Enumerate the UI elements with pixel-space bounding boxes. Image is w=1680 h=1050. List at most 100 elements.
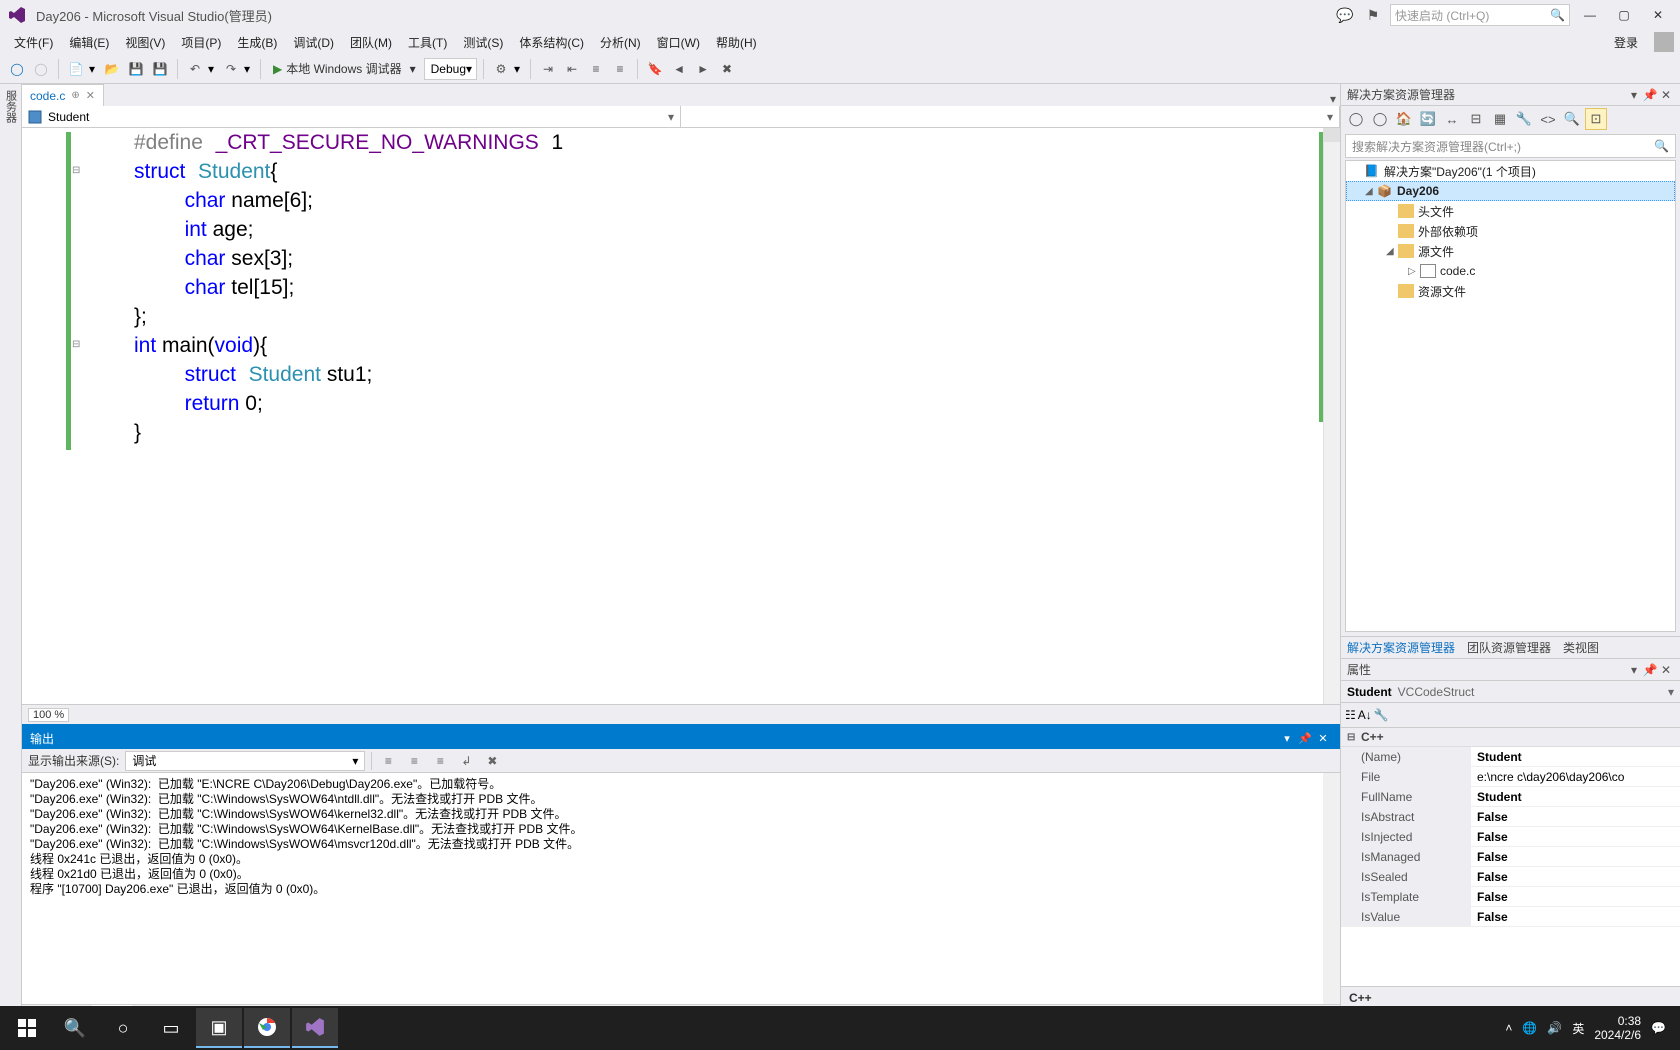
config-select[interactable]: Debug▾ <box>424 58 477 80</box>
comment-icon[interactable]: ≡ <box>585 58 607 80</box>
menu-team[interactable]: 团队(M) <box>342 31 400 54</box>
property-row[interactable]: Filee:\ncre c\day206\day206\co <box>1341 767 1680 787</box>
close-icon[interactable]: ✕ <box>1658 88 1674 102</box>
property-row[interactable]: IsValueFalse <box>1341 907 1680 927</box>
scope-select[interactable]: Student ▾ <box>22 106 681 127</box>
tab-class-view[interactable]: 类视图 <box>1557 636 1605 659</box>
menu-build[interactable]: 生成(B) <box>229 31 285 54</box>
close-icon[interactable]: ✕ <box>1658 663 1674 677</box>
fold-icon[interactable]: ⊟ <box>72 339 80 350</box>
output-scrollbar[interactable] <box>1323 773 1340 1004</box>
sync-icon[interactable]: ↔ <box>1441 108 1463 130</box>
tree-project[interactable]: ◢📦Day206 <box>1346 181 1675 201</box>
ime-indicator[interactable]: 英 <box>1572 1020 1584 1037</box>
quick-launch-input[interactable]: 快速启动 (Ctrl+Q) 🔍 <box>1390 4 1570 26</box>
code-editor[interactable]: ⊟ ⊟ #define _CRT_SECURE_NO_WARNINGS 1 st… <box>22 128 1340 704</box>
close-tab-icon[interactable]: ✕ <box>86 89 95 102</box>
login-link[interactable]: 登录 <box>1604 31 1648 54</box>
tree-headers[interactable]: 头文件 <box>1346 201 1675 221</box>
volume-icon[interactable]: 🔊 <box>1547 1021 1562 1035</box>
back-icon[interactable]: ◯ <box>1345 108 1367 130</box>
property-row[interactable]: IsTemplateFalse <box>1341 887 1680 907</box>
fold-icon[interactable]: ⊟ <box>72 165 80 176</box>
start-button[interactable] <box>4 1008 50 1048</box>
save-all-button[interactable]: 💾 <box>149 58 171 80</box>
properties-object[interactable]: Student VCCodeStruct ▾ <box>1341 681 1680 703</box>
clear-icon[interactable]: ✖ <box>482 751 502 771</box>
tab-code-c[interactable]: code.c ⊕ ✕ <box>22 84 104 106</box>
save-button[interactable]: 💾 <box>125 58 147 80</box>
output-btn-3[interactable]: ≡ <box>430 751 450 771</box>
property-row[interactable]: (Name)Student <box>1341 747 1680 767</box>
output-dropdown-icon[interactable]: ▾ <box>1278 732 1296 745</box>
solution-search-input[interactable]: 搜索解决方案资源管理器(Ctrl+;) 🔍 <box>1345 134 1676 158</box>
menu-test[interactable]: 测试(S) <box>455 31 511 54</box>
pin-icon[interactable]: ⊕ <box>71 90 79 101</box>
forward-icon[interactable]: ◯ <box>1369 108 1391 130</box>
task-view-button[interactable]: ▭ <box>148 1008 194 1048</box>
cortana-button[interactable]: ○ <box>100 1008 146 1048</box>
pin-icon[interactable]: 📌 <box>1642 663 1658 677</box>
tb-icon-1[interactable]: ⚙ <box>490 58 512 80</box>
new-project-button[interactable]: 📄 <box>65 58 87 80</box>
redo-dropdown[interactable]: ▾ <box>244 62 254 76</box>
code-icon[interactable]: <> <box>1537 108 1559 130</box>
property-row[interactable]: FullNameStudent <box>1341 787 1680 807</box>
menu-analyze[interactable]: 分析(N) <box>592 31 649 54</box>
output-source-select[interactable]: 调试▾ <box>125 751 365 771</box>
menu-architecture[interactable]: 体系结构(C) <box>511 31 592 54</box>
forward-button[interactable]: ◯ <box>30 58 52 80</box>
tree-solution-root[interactable]: 📘解决方案"Day206"(1 个项目) <box>1346 161 1675 181</box>
tree-source[interactable]: ◢源文件 <box>1346 241 1675 261</box>
server-explorer-tab[interactable]: 服务器 <box>3 90 19 123</box>
properties-grid[interactable]: ⊟C++ (Name)StudentFilee:\ncre c\day206\d… <box>1341 727 1680 986</box>
categorized-icon[interactable]: ☷ <box>1345 708 1356 722</box>
new-dropdown[interactable]: ▾ <box>89 62 99 76</box>
toggle-icon[interactable]: ⊡ <box>1585 108 1607 130</box>
category-cpp[interactable]: ⊟C++ <box>1341 728 1680 747</box>
menu-file[interactable]: 文件(F) <box>6 31 61 54</box>
tray-chevron-icon[interactable]: ˄ <box>1505 1021 1512 1035</box>
menu-help[interactable]: 帮助(H) <box>708 31 765 54</box>
flag-icon[interactable]: ⚑ <box>1362 4 1384 26</box>
member-select[interactable]: ▾ <box>681 106 1340 127</box>
tab-solution-explorer[interactable]: 解决方案资源管理器 <box>1341 636 1461 659</box>
refresh-icon[interactable]: 🔄 <box>1417 108 1439 130</box>
undo-dropdown[interactable]: ▾ <box>208 62 218 76</box>
properties-icon[interactable]: 🔧 <box>1513 108 1535 130</box>
uncomment-icon[interactable]: ≡ <box>609 58 631 80</box>
pin-icon[interactable]: 📌 <box>1296 732 1314 745</box>
menu-view[interactable]: 视图(V) <box>117 31 173 54</box>
notifications-icon[interactable]: 💬 <box>1651 1021 1666 1035</box>
open-button[interactable]: 📂 <box>101 58 123 80</box>
system-tray[interactable]: ˄ 🌐 🔊 英 0:38 2024/2/6 💬 <box>1505 1014 1676 1042</box>
home-icon[interactable]: 🏠 <box>1393 108 1415 130</box>
avatar-icon[interactable] <box>1654 32 1674 52</box>
show-all-icon[interactable]: ▦ <box>1489 108 1511 130</box>
solution-explorer-header[interactable]: 解决方案资源管理器 ▾ 📌 ✕ <box>1341 84 1680 106</box>
bookmark-prev-icon[interactable]: ◄ <box>668 58 690 80</box>
search-button[interactable]: 🔍 <box>52 1008 98 1048</box>
props-pages-icon[interactable]: 🔧 <box>1374 708 1389 722</box>
tree-file-code-c[interactable]: ▷code.c <box>1346 261 1675 281</box>
tree-resource[interactable]: 资源文件 <box>1346 281 1675 301</box>
zoom-select[interactable]: 100 % <box>28 708 69 722</box>
output-header[interactable]: 输出 ▾ 📌 ✕ <box>22 727 1340 749</box>
bookmark-clear-icon[interactable]: ✖ <box>716 58 738 80</box>
taskbar-terminal[interactable]: ▣ <box>196 1008 242 1048</box>
output-text[interactable]: "Day206.exe" (Win32): 已加载 "E:\NCRE C\Day… <box>22 773 1340 1004</box>
back-button[interactable]: ◯ <box>6 58 28 80</box>
property-row[interactable]: IsSealedFalse <box>1341 867 1680 887</box>
pin-icon[interactable]: 📌 <box>1642 88 1658 102</box>
feedback-icon[interactable]: 💬 <box>1334 4 1356 26</box>
property-row[interactable]: IsManagedFalse <box>1341 847 1680 867</box>
dropdown-icon[interactable]: ▾ <box>1626 88 1642 102</box>
property-row[interactable]: IsAbstractFalse <box>1341 807 1680 827</box>
output-btn-1[interactable]: ≡ <box>378 751 398 771</box>
start-debug-button[interactable]: ▶本地 Windows 调试器▾ <box>267 58 422 80</box>
menu-tools[interactable]: 工具(T) <box>400 31 455 54</box>
menu-project[interactable]: 项目(P) <box>173 31 229 54</box>
collapse-icon[interactable]: ⊟ <box>1465 108 1487 130</box>
word-wrap-icon[interactable]: ↲ <box>456 751 476 771</box>
taskbar-chrome[interactable] <box>244 1008 290 1048</box>
